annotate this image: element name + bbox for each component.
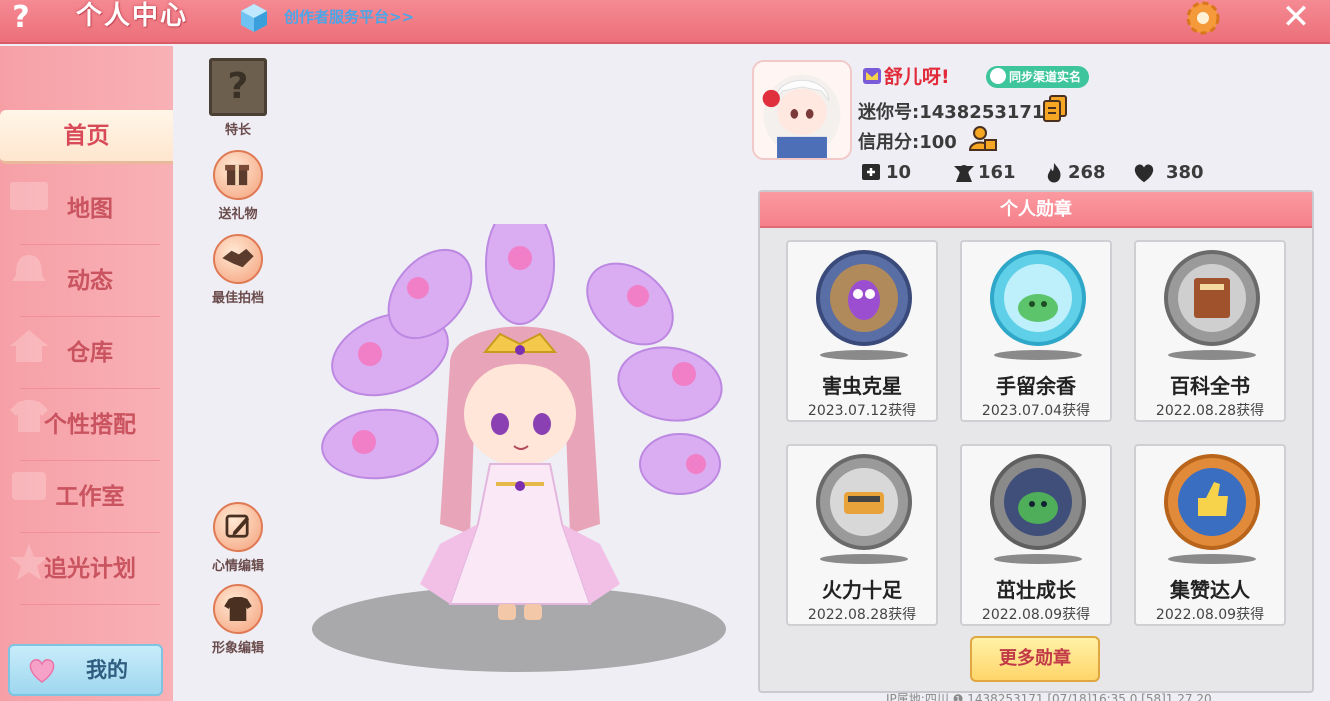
look-edit-action[interactable]: 形象编辑 <box>202 584 274 656</box>
encyclopedia-badge-icon <box>1164 250 1260 346</box>
medal-date: 2022.08.09获得 <box>1155 607 1265 623</box>
mood-edit-label: 心情编辑 <box>211 559 264 574</box>
question-box-icon: ? <box>209 58 267 116</box>
gear-icon[interactable] <box>1182 0 1224 40</box>
medal-card[interactable]: 手留余香 2023.07.04获得 <box>960 240 1112 422</box>
medal-panel: 个人勋章 害虫克星 2023.07.12获得 手留余香 2023.07.04获得 <box>758 190 1314 693</box>
best-shot-label: 最佳拍档 <box>211 291 264 306</box>
medal-card[interactable]: 茁壮成长 2022.08.09获得 <box>960 444 1112 626</box>
stat-fans[interactable]: 161 <box>952 160 1022 186</box>
cube-icon[interactable] <box>238 2 270 34</box>
best-shot-action[interactable]: 最佳拍档 <box>202 234 274 306</box>
medal-card[interactable]: 百科全书 2022.08.28获得 <box>1134 240 1286 422</box>
stat-likes[interactable]: 380 <box>1132 160 1212 186</box>
sidebar-item-map[interactable]: 地图 <box>20 173 160 245</box>
stat-add[interactable]: 10 <box>860 160 920 186</box>
mine-button-label: 我的 <box>86 658 128 682</box>
medal-name: 火力十足 <box>822 578 902 602</box>
handshake-icon <box>213 234 263 284</box>
medal-name: 茁壮成长 <box>996 578 1076 602</box>
badge-shadow <box>994 554 1082 564</box>
sidebar-item-warehouse[interactable]: 仓库 <box>20 317 160 389</box>
badge-shadow <box>820 554 908 564</box>
badge-shadow <box>1168 350 1256 360</box>
mine-button[interactable]: 我的 <box>8 644 163 696</box>
stat-heat[interactable]: 268 <box>1042 160 1112 186</box>
stat-add-value: 10 <box>886 162 912 183</box>
help-icon[interactable]: ? <box>4 0 38 38</box>
badge-shadow <box>994 350 1082 360</box>
pest-buster-badge-icon <box>816 250 912 346</box>
look-edit-label: 形象编辑 <box>211 641 264 656</box>
gift-icon <box>213 150 263 200</box>
stat-likes-value: 380 <box>1166 162 1204 183</box>
medal-card[interactable]: 害虫克星 2023.07.12获得 <box>786 240 938 422</box>
creator-platform-link[interactable]: 创作者服务平台>> <box>284 6 414 28</box>
medal-card[interactable]: 火力十足 2022.08.28获得 <box>786 444 938 626</box>
profile-avatar[interactable] <box>752 60 852 160</box>
thriving-growth-badge-icon <box>990 454 1086 550</box>
person-icon <box>990 68 1006 84</box>
credit-score: 信用分:100 <box>858 132 957 153</box>
credit-person-icon[interactable] <box>968 124 998 152</box>
plus-box-icon <box>862 164 880 180</box>
medal-name: 害虫克星 <box>822 374 902 398</box>
copy-icon[interactable] <box>1042 94 1068 122</box>
character-avatar[interactable] <box>300 224 740 644</box>
badge-shadow <box>820 350 908 360</box>
nickname: 舒儿呀! <box>884 66 950 88</box>
badge-shadow <box>1168 554 1256 564</box>
medal-date: 2022.08.28获得 <box>807 607 917 623</box>
medal-date: 2023.07.04获得 <box>981 403 1091 419</box>
sidebar-item-home[interactable]: 首页 <box>0 110 173 164</box>
medal-date: 2022.08.28获得 <box>1155 403 1265 419</box>
medal-date: 2023.07.12获得 <box>807 403 917 419</box>
medal-name: 手留余香 <box>996 374 1076 398</box>
more-medals-button[interactable]: 更多勋章 <box>970 636 1100 682</box>
heart-stat-icon <box>1134 164 1154 183</box>
sidebar: 首页 地图 动态 仓库 个性搭配 工作室 追光计划 <box>0 46 173 701</box>
realname-badge-label: 同步渠道实名 <box>1009 70 1082 84</box>
mood-edit-action[interactable]: 心情编辑 <box>202 502 274 574</box>
send-gift-label: 送礼物 <box>218 207 258 222</box>
sidebar-item-chase-light[interactable]: 追光计划 <box>20 533 160 605</box>
vip-crown-icon <box>863 68 881 84</box>
stat-heat-value: 268 <box>1068 162 1106 183</box>
sidebar-item-outfit[interactable]: 个性搭配 <box>20 389 160 461</box>
medal-panel-title: 个人勋章 <box>760 192 1312 228</box>
heart-icon <box>29 659 55 683</box>
header-bar: ? 个人中心 创作者服务平台>> ✕ <box>0 0 1330 44</box>
skill-label: 特长 <box>224 123 251 138</box>
outfit-icon <box>213 584 263 634</box>
sidebar-item-feed[interactable]: 动态 <box>20 245 160 317</box>
footer-info: IP属地:四川 ❶ 1438253171 [07/18]16:35.0 [58]… <box>886 692 1212 701</box>
medal-card[interactable]: 集赞达人 2022.08.09获得 <box>1134 444 1286 626</box>
lingering-fragrance-badge-icon <box>990 250 1086 346</box>
skill-action[interactable]: ? 特长 <box>202 58 274 138</box>
fans-icon <box>954 165 974 182</box>
full-firepower-badge-icon <box>816 454 912 550</box>
flame-icon <box>1047 163 1061 183</box>
page-title: 个人中心 <box>76 1 189 31</box>
mini-id: 迷你号:1438253171 <box>858 102 1045 123</box>
send-gift-action[interactable]: 送礼物 <box>202 150 274 222</box>
sidebar-item-studio[interactable]: 工作室 <box>20 461 160 533</box>
medal-date: 2022.08.09获得 <box>981 607 1091 623</box>
medal-name: 集赞达人 <box>1170 578 1250 602</box>
edit-pen-icon <box>213 502 263 552</box>
stat-fans-value: 161 <box>978 162 1016 183</box>
like-collector-badge-icon <box>1164 454 1260 550</box>
medal-name: 百科全书 <box>1170 374 1250 398</box>
realname-badge[interactable]: 同步渠道实名 <box>986 66 1090 88</box>
close-icon[interactable]: ✕ <box>1276 0 1316 36</box>
